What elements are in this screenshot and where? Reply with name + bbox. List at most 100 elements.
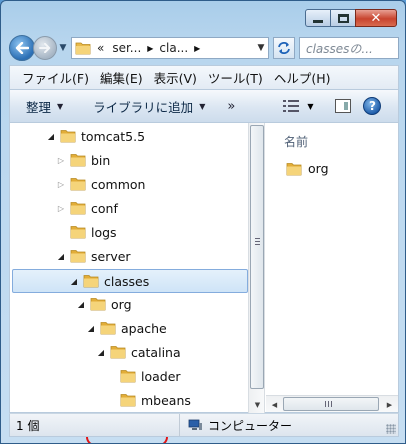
tree-item-bin[interactable]: ▷ bin: [10, 149, 248, 171]
recent-pages-button[interactable]: ▼: [58, 43, 68, 53]
chevron-down-icon: ▼: [57, 101, 64, 111]
folder-icon: [286, 162, 302, 175]
file-list-pane: 名前 org: [266, 123, 398, 413]
tree-item-label: classes: [104, 273, 150, 289]
folder-icon: [70, 249, 86, 263]
maximize-button[interactable]: [330, 9, 356, 27]
tree-item-label: common: [91, 176, 146, 192]
tree-item-loader[interactable]: loader: [10, 365, 248, 387]
include-in-library-button[interactable]: ライブラリに追加 ▼: [93, 97, 205, 116]
forward-button[interactable]: [33, 36, 57, 60]
address-bar[interactable]: « ser... ▶ cla... ▶ ▼: [71, 37, 269, 59]
tree-item-org[interactable]: ◢ org: [10, 293, 248, 315]
expanded-arrow-icon[interactable]: ◢: [76, 300, 86, 309]
scrollbar-thumb[interactable]: [250, 125, 264, 389]
collapsed-arrow-icon[interactable]: ▷: [56, 180, 66, 189]
folder-icon: [70, 201, 86, 215]
breadcrumb-separator-icon[interactable]: ▶: [194, 44, 200, 53]
tree-item-logs[interactable]: logs: [10, 221, 248, 243]
menu-view[interactable]: 表示(V): [154, 68, 197, 87]
navigation-tree: ◢ tomcat5.5 ▷ bin ▷ common ▷ conf logs ◢ server ◢ cl…: [10, 123, 248, 413]
tree-item-label: tomcat5.5: [81, 128, 146, 144]
tree-item-label: server: [91, 248, 131, 264]
maximize-icon: [337, 13, 349, 23]
tree-vertical-scrollbar[interactable]: ▼: [248, 123, 265, 413]
tree-item-server[interactable]: ◢ server: [10, 245, 248, 267]
tree-item-apache[interactable]: ◢ apache: [10, 317, 248, 339]
folder-icon: [120, 369, 136, 383]
tree-item-tomcat5-5[interactable]: ◢ tomcat5.5: [10, 125, 248, 147]
folder-icon: [83, 274, 99, 288]
include-in-library-label: ライブラリに追加: [93, 99, 194, 115]
status-bar: 1 個 コンピューター: [9, 413, 399, 437]
folder-icon: [120, 393, 136, 407]
close-icon: ✕: [370, 10, 382, 26]
back-arrow-icon: [15, 42, 29, 54]
folder-icon: [60, 129, 76, 143]
list-item[interactable]: org: [286, 161, 329, 176]
expanded-arrow-icon[interactable]: ◢: [56, 252, 66, 261]
back-button[interactable]: [9, 35, 35, 61]
change-view-button[interactable]: ▼: [283, 100, 313, 112]
content-area: ◢ tomcat5.5 ▷ bin ▷ common ▷ conf logs ◢ server ◢ cl…: [9, 123, 399, 443]
minimize-button[interactable]: [305, 9, 331, 27]
explorer-window: ✕ ▼ « ser... ▶ cla... ▶ ▼ classesの... ファ…: [0, 0, 406, 444]
breadcrumb-classes[interactable]: cla...: [159, 41, 188, 55]
tree-item-conf[interactable]: ▷ conf: [10, 197, 248, 219]
menu-file[interactable]: ファイル(F): [22, 68, 89, 87]
menu-bar: ファイル(F) 編集(E) 表示(V) ツール(T) ヘルプ(H): [9, 65, 399, 89]
scroll-down-arrow-icon[interactable]: ▼: [249, 396, 266, 413]
horizontal-scrollbar[interactable]: ◀ ▶: [266, 395, 398, 412]
navigation-bar: ▼ « ser... ▶ cla... ▶ ▼ classesの...: [9, 35, 399, 61]
collapsed-arrow-icon[interactable]: ▷: [56, 156, 66, 165]
scrollbar-thumb[interactable]: [283, 397, 379, 411]
address-dropdown-icon[interactable]: ▼: [254, 43, 268, 53]
search-placeholder: classesの...: [306, 41, 373, 56]
computer-icon: [188, 419, 202, 430]
menu-tools[interactable]: ツール(T): [208, 68, 263, 87]
address-overflow-chevron[interactable]: «: [97, 41, 104, 55]
tree-item-common[interactable]: ▷ common: [10, 173, 248, 195]
list-item-label: org: [308, 161, 329, 176]
scroll-right-arrow-icon[interactable]: ▶: [381, 396, 398, 413]
tree-item-label: mbeans: [141, 392, 191, 408]
breadcrumb-separator-icon[interactable]: ▶: [147, 44, 153, 53]
chevron-down-icon: ▼: [199, 101, 206, 111]
resize-grip-icon[interactable]: [386, 424, 396, 434]
folder-icon: [70, 177, 86, 191]
refresh-icon: [278, 42, 290, 54]
help-button[interactable]: ?: [363, 97, 382, 115]
forward-arrow-icon: [39, 43, 51, 53]
folder-icon: [100, 321, 116, 335]
refresh-button[interactable]: [273, 37, 295, 59]
expanded-arrow-icon[interactable]: ◢: [86, 324, 96, 333]
tree-item-label: conf: [91, 200, 118, 216]
tree-item-classes[interactable]: ◢ classes: [12, 269, 248, 293]
more-commands-button[interactable]: »: [227, 99, 235, 114]
breadcrumb-server[interactable]: ser...: [112, 41, 141, 55]
menu-help[interactable]: ヘルプ(H): [274, 68, 331, 87]
expanded-arrow-icon[interactable]: ◢: [69, 277, 79, 286]
folder-icon: [70, 153, 86, 167]
expanded-arrow-icon[interactable]: ◢: [46, 132, 56, 141]
help-icon: ?: [368, 99, 376, 113]
menu-edit[interactable]: 編集(E): [100, 68, 143, 87]
folder-icon: [75, 42, 91, 55]
tree-item-label: apache: [121, 320, 167, 336]
chevron-down-icon: ▼: [307, 101, 314, 111]
item-count: 1 個: [16, 418, 40, 433]
folder-icon: [90, 297, 106, 311]
scroll-left-arrow-icon[interactable]: ◀: [266, 396, 283, 413]
expanded-arrow-icon[interactable]: ◢: [96, 348, 106, 357]
collapsed-arrow-icon[interactable]: ▷: [56, 204, 66, 213]
preview-pane-button[interactable]: [335, 99, 352, 113]
close-button[interactable]: ✕: [355, 9, 397, 27]
organize-button[interactable]: 整理 ▼: [26, 97, 63, 116]
tree-item-catalina[interactable]: ◢ catalina: [10, 341, 248, 363]
tree-item-mbeans[interactable]: mbeans: [10, 389, 248, 411]
search-input[interactable]: classesの...: [299, 37, 399, 59]
tree-item-label: org: [111, 296, 132, 312]
column-header-name[interactable]: 名前: [284, 133, 308, 150]
tree-item-label: catalina: [131, 344, 181, 360]
organize-label: 整理: [26, 99, 52, 115]
